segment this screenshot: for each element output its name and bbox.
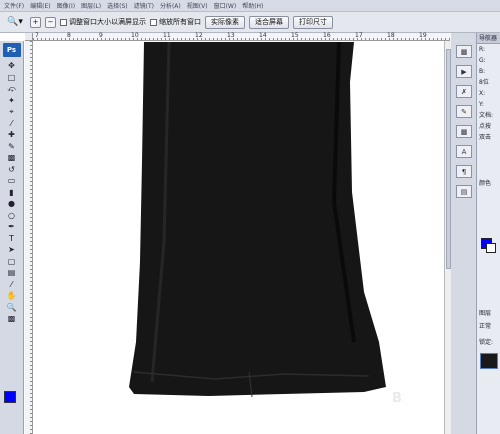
- canvas-scrollbar[interactable]: [444, 41, 451, 434]
- crop-tool-icon[interactable]: ⌖: [2, 106, 22, 118]
- move-tool-icon[interactable]: ✥: [2, 60, 22, 72]
- panel-icon-column: ▩ ▶ ✗ ✎ ▩ A ¶ ▤: [453, 45, 475, 205]
- hand-tool-icon[interactable]: ✋: [2, 290, 22, 302]
- panel-background-swatch[interactable]: [486, 243, 496, 253]
- info-y: Y:: [479, 101, 484, 108]
- vertical-ruler[interactable]: [25, 41, 33, 434]
- shape-tool-icon[interactable]: ▢: [2, 256, 22, 268]
- history-brush-tool-icon[interactable]: ↺: [2, 164, 22, 176]
- dodge-tool-icon[interactable]: ○: [2, 210, 22, 222]
- layer-thumbnail[interactable]: [480, 353, 498, 369]
- layer-comps-icon[interactable]: ▤: [456, 185, 472, 198]
- blur-tool-icon[interactable]: ●: [2, 198, 22, 210]
- eyedropper-2-tool-icon[interactable]: ⁄: [2, 279, 22, 291]
- photoshop-logo: Ps: [2, 43, 21, 57]
- ruler-label: 15: [291, 32, 299, 39]
- ruler-label: 9: [99, 32, 103, 39]
- checkbox-box[interactable]: [150, 18, 157, 26]
- history-panel-icon[interactable]: ▩: [456, 45, 472, 58]
- clone-source-icon[interactable]: ▩: [456, 125, 472, 138]
- foreground-color-swatch[interactable]: [4, 391, 16, 403]
- pen-tool-icon[interactable]: ✒: [2, 221, 22, 233]
- info-x: X:: [479, 90, 486, 97]
- healing-brush-tool-icon[interactable]: ✚: [2, 129, 22, 141]
- print-size-button[interactable]: 打印尺寸: [293, 15, 333, 29]
- menu-select[interactable]: 选择(S): [107, 1, 128, 10]
- type-tool-icon[interactable]: T: [2, 233, 22, 245]
- gradient-tool-icon[interactable]: ▮: [2, 187, 22, 199]
- menu-filter[interactable]: 滤镜(T): [134, 1, 154, 10]
- ruler-label: 14: [259, 32, 267, 39]
- horizontal-ruler[interactable]: 7 8 9 10 11 12 13 14 15 16 17 18 19: [33, 32, 450, 41]
- menu-layer[interactable]: 图层(L): [81, 1, 101, 10]
- ruler-label: 8: [67, 32, 71, 39]
- resize-window-label: 调整窗口大小以满屏显示: [69, 18, 146, 26]
- eraser-tool-icon[interactable]: ▭: [2, 175, 22, 187]
- lasso-tool-icon[interactable]: ⤽: [2, 83, 22, 95]
- menu-file[interactable]: 文件(F): [4, 1, 24, 10]
- ruler-label: 7: [35, 32, 39, 39]
- ruler-label: 10: [131, 32, 139, 39]
- info-doc: 文档:: [479, 112, 494, 119]
- menu-analysis[interactable]: 分析(A): [160, 1, 181, 10]
- ruler-label: 13: [227, 32, 235, 39]
- toolbox: Ps ✥ □ ⤽ ✦ ⌖ ⁄ ✚ ✎ ▩ ↺ ▭ ▮ ● ○ ✒ T ➤ ▢ ▤…: [0, 41, 24, 434]
- ruler-origin[interactable]: [25, 33, 33, 41]
- info-g: G:: [479, 57, 486, 64]
- marquee-tool-icon[interactable]: □: [2, 72, 22, 84]
- brush-tool-icon[interactable]: ✎: [2, 141, 22, 153]
- watermark: B ipgzf.net: [392, 391, 452, 432]
- info-bits: 8位: [479, 79, 489, 86]
- zoom-out-button[interactable]: −: [45, 16, 56, 28]
- ruler-label: 11: [163, 32, 171, 39]
- info-panel-column: 导航器 R: G: B: 8位 X: Y: 文档: 点按 双击 颜色 图层 正常…: [476, 33, 500, 434]
- info-hint-1: 点按: [479, 123, 492, 130]
- zoom-all-label: 缩放所有窗口: [159, 18, 201, 26]
- path-selection-tool-icon[interactable]: ➤: [2, 244, 22, 256]
- default-colors-icon[interactable]: ▩: [2, 313, 22, 325]
- layers-tab[interactable]: 图层: [477, 308, 500, 319]
- zoom-in-button[interactable]: +: [30, 16, 41, 28]
- menu-window[interactable]: 窗口(W): [214, 1, 237, 10]
- ruler-label: 19: [419, 32, 427, 39]
- checkbox-box[interactable]: [60, 18, 67, 26]
- menu-help[interactable]: 帮助(H): [242, 1, 263, 10]
- ruler-label: 16: [323, 32, 331, 39]
- zoom-all-checkbox[interactable]: 缩放所有窗口: [150, 17, 201, 27]
- info-b: B:: [479, 68, 486, 75]
- color-tab[interactable]: 颜色: [477, 178, 500, 189]
- navigator-tab[interactable]: 导航器: [477, 33, 500, 44]
- paragraph-panel-icon[interactable]: ¶: [456, 165, 472, 178]
- blend-mode-select[interactable]: 正常: [477, 321, 500, 332]
- menu-image[interactable]: 图像(I): [57, 1, 75, 10]
- skirt-photo: [129, 42, 386, 398]
- brush-preset-icon[interactable]: ✎: [456, 105, 472, 118]
- ruler-label: 18: [387, 32, 395, 39]
- options-bar: 🔍▾ + − 调整窗口大小以满屏显示 缩放所有窗口 实际像素 适合屏幕 打印尺寸: [0, 12, 500, 33]
- character-panel-icon[interactable]: A: [456, 145, 472, 158]
- zoom-tool-icon[interactable]: 🔍▾: [4, 15, 26, 29]
- watermark-logo: B: [392, 391, 402, 406]
- watermark-url: ipgzf.net: [392, 403, 423, 411]
- resize-window-checkbox[interactable]: 调整窗口大小以满屏显示: [60, 17, 146, 27]
- eyedropper-tool-icon[interactable]: ⁄: [2, 118, 22, 130]
- ruler-label: 12: [195, 32, 203, 39]
- tools-preset-icon[interactable]: ✗: [456, 85, 472, 98]
- info-r: R:: [479, 46, 486, 53]
- actions-panel-icon[interactable]: ▶: [456, 65, 472, 78]
- fit-screen-button[interactable]: 适合屏幕: [249, 15, 289, 29]
- document-canvas[interactable]: [34, 42, 444, 434]
- menu-bar: 文件(F) 编辑(E) 图像(I) 图层(L) 选择(S) 滤镜(T) 分析(A…: [0, 0, 500, 12]
- menu-view[interactable]: 视图(V): [187, 1, 208, 10]
- menu-edit[interactable]: 编辑(E): [30, 1, 50, 10]
- clone-stamp-tool-icon[interactable]: ▩: [2, 152, 22, 164]
- magic-wand-tool-icon[interactable]: ✦: [2, 95, 22, 107]
- actual-pixels-button[interactable]: 实际像素: [205, 15, 245, 29]
- info-hint-2: 双击: [479, 134, 492, 141]
- ruler-label: 17: [355, 32, 363, 39]
- zoom-tool-icon[interactable]: 🔍: [2, 302, 22, 314]
- notes-tool-icon[interactable]: ▤: [2, 267, 22, 279]
- lock-label: 锁定:: [479, 339, 494, 346]
